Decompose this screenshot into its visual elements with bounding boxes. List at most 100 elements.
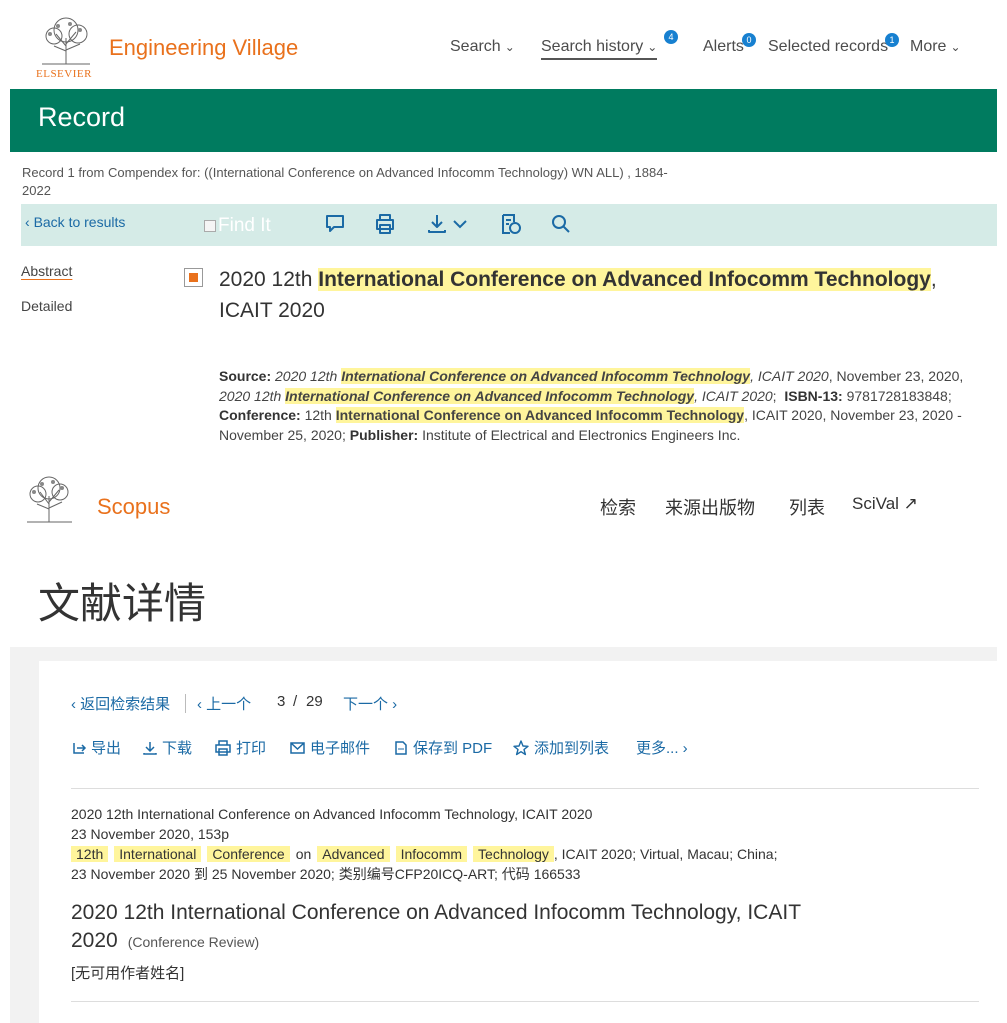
previous-document-link[interactable]: ‹ 上一个 xyxy=(197,693,251,714)
conference-line-tail: , ICAIT 2020; Virtual, Macau; China; xyxy=(553,846,778,862)
nav-search-history[interactable]: Search history ⌄ xyxy=(541,38,658,60)
source-text-5: , ICAIT 2020 xyxy=(694,387,773,404)
conference-on: on xyxy=(295,846,312,862)
comment-icon[interactable] xyxy=(324,212,346,236)
date-pages-line: 23 November 2020, 153p xyxy=(71,826,229,842)
nav-selected-records-label: Selected records xyxy=(768,38,889,55)
engineering-village-logo-text[interactable]: Engineering Village xyxy=(109,35,298,61)
nav-more[interactable]: More ⌄ xyxy=(910,38,961,56)
conference-dates-line: 23 November 2020 到 25 November 2020; 类别编… xyxy=(71,866,581,882)
find-it-label: Find It xyxy=(218,215,271,236)
scopus-nav-sources[interactable]: 来源出版物 xyxy=(665,494,755,520)
nav-alerts[interactable]: Alerts xyxy=(703,38,744,56)
more-actions-button[interactable]: 更多... › xyxy=(636,737,688,758)
page-title: Record xyxy=(38,102,126,132)
isbn-value: 9781728183848; xyxy=(842,387,952,404)
record-title: 2020 12th International Conference on Ad… xyxy=(219,264,979,326)
star-icon xyxy=(513,739,529,755)
source-highlight-1: International Conference on Advanced Inf… xyxy=(341,368,751,384)
back-to-results-label: Back to results xyxy=(33,214,126,230)
pager-current: 3 xyxy=(277,693,286,710)
add-to-list-button[interactable]: 添加到列表 xyxy=(512,737,609,758)
conference-prefix: 12th xyxy=(300,407,336,423)
select-record-checkbox[interactable] xyxy=(184,268,203,287)
print-icon xyxy=(215,739,231,756)
search-history-count-badge: 4 xyxy=(664,30,678,44)
elsevier-wordmark: ELSEVIER xyxy=(36,68,92,80)
keyword-tag: Infocomm xyxy=(395,846,468,862)
keyword-tag: Conference xyxy=(207,846,290,862)
conference-line: 12th International Conference on Advanced Inf… xyxy=(71,844,777,864)
source-text-4: 2020 12th xyxy=(219,387,286,404)
nav-search-history-label: Search history xyxy=(541,38,644,55)
email-icon xyxy=(290,741,305,754)
download-icon xyxy=(143,741,157,755)
scopus-nav-search[interactable]: 检索 xyxy=(600,494,636,520)
pager-slash: / xyxy=(293,693,298,710)
elsevier-tree-logo xyxy=(36,16,96,66)
pager-total: 29 xyxy=(306,693,323,710)
chevron-down-icon: ⌄ xyxy=(504,40,515,54)
pager-divider xyxy=(185,694,186,713)
save-to-pdf-label: 保存到 PDF xyxy=(413,740,493,757)
source-text-2: , ICAIT 2020 xyxy=(750,368,829,384)
keyword-tag: Advanced xyxy=(317,846,390,862)
chevron-down-icon: ⌄ xyxy=(647,40,658,54)
selected-records-count-badge: 1 xyxy=(885,33,899,47)
search-icon[interactable] xyxy=(550,212,572,236)
alerts-count-badge: 0 xyxy=(742,33,756,47)
record-title-prefix: 2020 12th xyxy=(219,268,319,291)
download-button[interactable]: 下载 xyxy=(142,737,192,758)
chevron-left-icon: ‹ xyxy=(25,214,34,230)
scopus-nav-scival[interactable]: SciVal ↗ xyxy=(852,494,918,514)
record-query-line: Record 1 from Compendex for: ((Internati… xyxy=(22,165,668,198)
source-label: Source: xyxy=(219,368,272,384)
source-title-line: 2020 12th International Conference on Ad… xyxy=(71,806,593,822)
export-button[interactable]: 导出 xyxy=(71,737,121,758)
ev-header: ELSEVIER Engineering Village Search ⌄ Sea… xyxy=(0,0,1007,89)
conference-highlight: International Conference on Advanced Inf… xyxy=(335,407,745,423)
next-document-link[interactable]: 下一个 › xyxy=(343,693,397,714)
email-button[interactable]: 电子邮件 xyxy=(289,737,370,758)
export-label: 导出 xyxy=(91,740,122,757)
scopus-logo-text[interactable]: Scopus xyxy=(97,494,170,520)
record-toolbar: ‹ Back to results Find It xyxy=(21,204,997,246)
download-dropdown-icon[interactable] xyxy=(426,212,472,236)
back-to-results-link[interactable]: ‹ Back to results xyxy=(25,214,125,230)
publisher-value: Institute of Electrical and Electronics … xyxy=(418,426,741,443)
print-button[interactable]: 打印 xyxy=(214,737,266,758)
chevron-down-icon: ⌄ xyxy=(950,40,961,54)
pdf-icon xyxy=(395,740,407,755)
divider xyxy=(71,788,979,789)
email-label: 电子邮件 xyxy=(310,740,371,757)
find-it-button[interactable]: Find It xyxy=(204,215,271,237)
citation-icon[interactable] xyxy=(499,212,523,236)
source-text-3: , November 23, 2020, xyxy=(828,368,964,384)
scopus-nav-lists[interactable]: 列表 xyxy=(789,494,825,520)
document-title: 2020 12th International Conference on Ad… xyxy=(71,899,861,956)
tab-abstract[interactable]: Abstract xyxy=(21,263,72,279)
document-type: (Conference Review) xyxy=(127,934,260,950)
add-to-list-label: 添加到列表 xyxy=(534,740,610,757)
keyword-tag: International xyxy=(114,846,202,862)
elsevier-tree-logo[interactable] xyxy=(22,474,77,524)
nav-alerts-label: Alerts xyxy=(703,38,744,55)
tab-detailed[interactable]: Detailed xyxy=(21,298,72,314)
keyword-tag: 12th xyxy=(71,846,109,862)
authors: [无可用作者姓名] xyxy=(71,965,185,982)
save-to-pdf-button[interactable]: 保存到 PDF xyxy=(393,737,492,758)
back-to-search-results-link[interactable]: ‹ 返回检索结果 xyxy=(71,693,170,714)
source-text-1: 2020 12th xyxy=(275,368,342,384)
broken-image-icon xyxy=(204,220,216,232)
nav-search[interactable]: Search ⌄ xyxy=(450,38,515,56)
isbn-label: ISBN-13: xyxy=(784,387,843,404)
source-highlight-2: International Conference on Advanced Inf… xyxy=(285,387,695,404)
nav-more-label: More xyxy=(910,38,947,55)
print-icon[interactable] xyxy=(373,212,397,236)
record-title-bar: Record xyxy=(10,89,997,152)
nav-selected-records[interactable]: Selected records xyxy=(768,38,888,56)
record-title-highlight: International Conference on Advanced Inf… xyxy=(318,268,931,291)
keyword-tag: Technology xyxy=(473,846,554,862)
print-label: 打印 xyxy=(236,740,267,757)
publisher-label: Publisher: xyxy=(349,426,419,443)
